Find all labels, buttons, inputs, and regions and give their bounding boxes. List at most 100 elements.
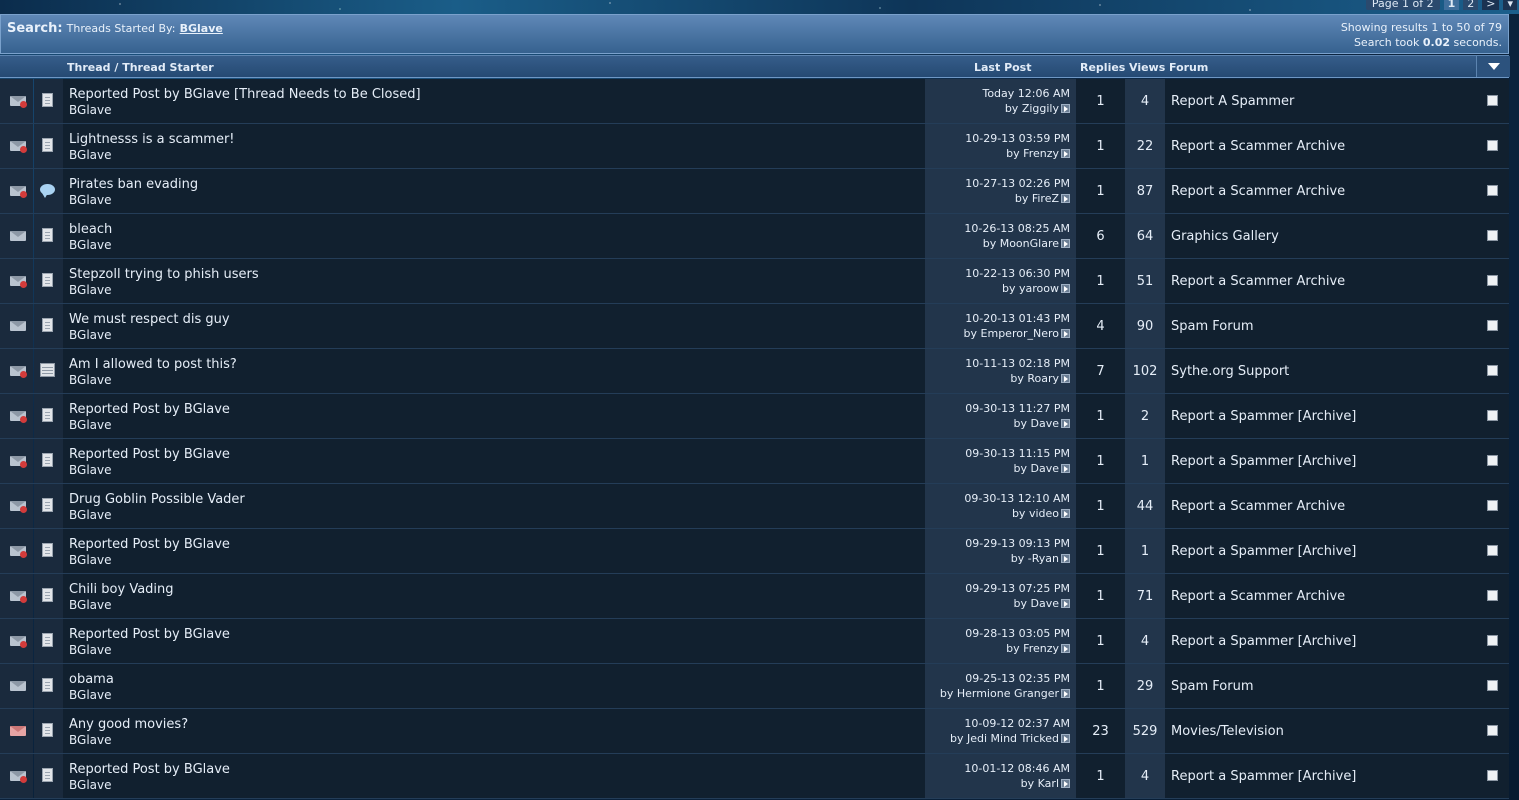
last-poster-link[interactable]: by -Ryan [1011,552,1059,565]
next-page-arrow[interactable]: > [1482,0,1500,10]
replies-count[interactable]: 6 [1076,214,1125,244]
go-to-last-post-icon[interactable] [1061,599,1070,608]
thread-select-checkbox[interactable] [1487,320,1498,331]
forum-link[interactable]: Report A Spammer [1171,94,1294,109]
last-poster-link[interactable]: by Dave [1014,417,1059,430]
thread-title-link[interactable]: bleach [69,222,112,237]
replies-count[interactable]: 1 [1076,79,1125,109]
page-menu-arrow[interactable]: ▾ [1503,0,1517,10]
thread-starter-link[interactable]: BGlave [69,103,112,117]
replies-count[interactable]: 1 [1076,574,1125,604]
replies-count[interactable]: 7 [1076,349,1125,379]
go-to-last-post-icon[interactable] [1061,239,1070,248]
thread-starter-link[interactable]: BGlave [69,553,112,567]
thread-starter-link[interactable]: BGlave [69,508,112,522]
go-to-last-post-icon[interactable] [1061,689,1070,698]
thread-select-checkbox[interactable] [1487,725,1498,736]
replies-count[interactable]: 1 [1076,169,1125,199]
forum-link[interactable]: Spam Forum [1171,319,1253,334]
thread-starter-link[interactable]: BGlave [69,193,112,207]
thread-select-checkbox[interactable] [1487,185,1498,196]
replies-count[interactable]: 1 [1076,619,1125,649]
thread-title-link[interactable]: Lightnesss is a scammer! [69,132,235,147]
thread-select-checkbox[interactable] [1487,230,1498,241]
thread-select-checkbox[interactable] [1487,590,1498,601]
forum-link[interactable]: Report a Scammer Archive [1171,184,1345,199]
thread-title-link[interactable]: Reported Post by BGlave [69,627,230,642]
col-forum[interactable]: Forum [1169,61,1208,74]
go-to-last-post-icon[interactable] [1061,734,1070,743]
thread-select-checkbox[interactable] [1487,770,1498,781]
replies-count[interactable]: 1 [1076,754,1125,784]
go-to-last-post-icon[interactable] [1061,554,1070,563]
thread-title-link[interactable]: Reported Post by BGlave [Thread Needs to… [69,87,421,102]
thread-title-link[interactable]: Chili boy Vading [69,582,174,597]
thread-title-link[interactable]: Reported Post by BGlave [69,402,230,417]
thread-select-checkbox[interactable] [1487,410,1498,421]
go-to-last-post-icon[interactable] [1061,779,1070,788]
sort-menu-button[interactable] [1476,56,1510,77]
thread-starter-link[interactable]: BGlave [69,733,112,747]
forum-link[interactable]: Report a Spammer [Archive] [1171,544,1356,559]
thread-starter-link[interactable]: BGlave [69,598,112,612]
forum-link[interactable]: Report a Spammer [Archive] [1171,409,1356,424]
thread-select-checkbox[interactable] [1487,365,1498,376]
forum-link[interactable]: Movies/Television [1171,724,1284,739]
thread-title-link[interactable]: Reported Post by BGlave [69,537,230,552]
thread-select-checkbox[interactable] [1487,500,1498,511]
thread-select-checkbox[interactable] [1487,635,1498,646]
thread-starter-link[interactable]: BGlave [69,688,112,702]
last-poster-link[interactable]: by yaroow [1002,282,1059,295]
col-replies[interactable]: Replies [1080,61,1125,74]
last-poster-link[interactable]: by Dave [1014,597,1059,610]
thread-title-link[interactable]: Any good movies? [69,717,188,732]
thread-select-checkbox[interactable] [1487,95,1498,106]
replies-count[interactable]: 1 [1076,394,1125,424]
thread-title-link[interactable]: Stepzoll trying to phish users [69,267,259,282]
replies-count[interactable]: 1 [1076,529,1125,559]
thread-starter-link[interactable]: BGlave [69,373,112,387]
forum-link[interactable]: Spam Forum [1171,679,1253,694]
last-poster-link[interactable]: by Roary [1010,372,1059,385]
thread-starter-link[interactable]: BGlave [69,148,112,162]
thread-title-link[interactable]: Reported Post by BGlave [69,762,230,777]
last-poster-link[interactable]: by Emperor_Nero [964,327,1059,340]
go-to-last-post-icon[interactable] [1061,149,1070,158]
thread-starter-link[interactable]: BGlave [69,778,112,792]
forum-link[interactable]: Report a Scammer Archive [1171,139,1345,154]
col-views[interactable]: Views [1129,61,1165,74]
thread-starter-link[interactable]: BGlave [69,418,112,432]
thread-select-checkbox[interactable] [1487,140,1498,151]
forum-link[interactable]: Report a Spammer [Archive] [1171,769,1356,784]
last-poster-link[interactable]: by FireZ [1015,192,1059,205]
replies-count[interactable]: 1 [1076,259,1125,289]
last-poster-link[interactable]: by Karl [1021,777,1059,790]
thread-title-link[interactable]: Pirates ban evading [69,177,198,192]
thread-select-checkbox[interactable] [1487,680,1498,691]
go-to-last-post-icon[interactable] [1061,419,1070,428]
last-poster-link[interactable]: by Jedi Mind Tricked [950,732,1059,745]
go-to-last-post-icon[interactable] [1061,104,1070,113]
replies-count[interactable]: 1 [1076,664,1125,694]
replies-count[interactable]: 1 [1076,124,1125,154]
go-to-last-post-icon[interactable] [1061,329,1070,338]
replies-count[interactable]: 23 [1076,709,1125,739]
go-to-last-post-icon[interactable] [1061,194,1070,203]
thread-starter-link[interactable]: BGlave [69,643,112,657]
go-to-last-post-icon[interactable] [1061,464,1070,473]
thread-starter-link[interactable]: BGlave [69,463,112,477]
replies-count[interactable]: 1 [1076,484,1125,514]
forum-link[interactable]: Report a Scammer Archive [1171,274,1345,289]
forum-link[interactable]: Report a Spammer [Archive] [1171,634,1356,649]
thread-select-checkbox[interactable] [1487,455,1498,466]
last-poster-link[interactable]: by Ziggily [1005,102,1059,115]
replies-count[interactable]: 4 [1076,304,1125,334]
go-to-last-post-icon[interactable] [1061,509,1070,518]
thread-title-link[interactable]: obama [69,672,114,687]
forum-link[interactable]: Report a Spammer [Archive] [1171,454,1356,469]
last-poster-link[interactable]: by Frenzy [1006,642,1059,655]
last-poster-link[interactable]: by MoonGlare [983,237,1059,250]
thread-starter-link[interactable]: BGlave [69,328,112,342]
forum-link[interactable]: Report a Scammer Archive [1171,589,1345,604]
last-poster-link[interactable]: by Hermione Granger [940,687,1059,700]
